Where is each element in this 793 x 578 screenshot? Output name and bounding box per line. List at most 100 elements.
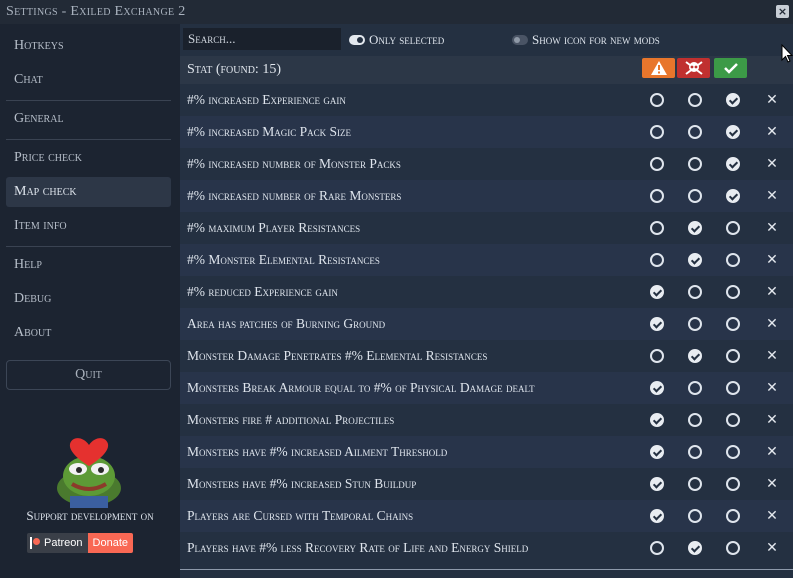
check-icon <box>723 63 738 74</box>
sidebar-item-about[interactable]: About <box>6 318 171 348</box>
warning-radio[interactable] <box>650 189 664 203</box>
skull-column-button[interactable] <box>677 58 710 78</box>
sidebar-item-general[interactable]: General <box>6 104 171 134</box>
danger-radio[interactable] <box>688 541 702 555</box>
warning-radio[interactable] <box>650 413 664 427</box>
warning-radio[interactable] <box>650 477 664 491</box>
table-row: Monsters have #% increased Stun Buildup ✕ <box>180 468 793 500</box>
warning-radio[interactable] <box>650 509 664 523</box>
stat-list: #% increased Experience gain ✕ #% increase… <box>180 84 793 564</box>
danger-radio[interactable] <box>688 93 702 107</box>
warning-radio[interactable] <box>650 541 664 555</box>
stat-count-label: Stat (found: 15) <box>187 62 281 77</box>
remove-icon[interactable]: ✕ <box>765 188 779 204</box>
ok-radio[interactable] <box>726 445 740 459</box>
remove-icon[interactable]: ✕ <box>765 92 779 108</box>
remove-icon[interactable]: ✕ <box>765 220 779 236</box>
remove-icon[interactable]: ✕ <box>765 284 779 300</box>
sidebar-item-chat[interactable]: Chat <box>6 65 171 95</box>
show-icon-toggle[interactable]: Show icon for new mods <box>512 32 660 48</box>
sidebar-item-debug[interactable]: Debug <box>6 284 171 314</box>
remove-icon[interactable]: ✕ <box>765 540 779 556</box>
warning-column-button[interactable] <box>642 58 675 78</box>
ok-radio[interactable] <box>726 157 740 171</box>
stat-text: #% maximum Player Resistances <box>187 220 361 235</box>
quit-button[interactable]: Quit <box>6 360 171 390</box>
patreon-badge[interactable]: Patreon Donate <box>27 533 134 553</box>
ok-radio[interactable] <box>726 253 740 267</box>
sidebar-item-price-check[interactable]: Price check <box>6 143 171 173</box>
toggle-switch-icon[interactable] <box>349 35 365 45</box>
danger-radio[interactable] <box>688 189 702 203</box>
sidebar-item-help[interactable]: Help <box>6 250 171 280</box>
danger-radio[interactable] <box>688 349 702 363</box>
only-selected-toggle[interactable]: Only selected <box>349 32 444 48</box>
ok-radio[interactable] <box>726 509 740 523</box>
check-column-button[interactable] <box>714 58 747 78</box>
warning-radio[interactable] <box>650 221 664 235</box>
scrollbar[interactable] <box>180 569 793 570</box>
ok-radio[interactable] <box>726 93 740 107</box>
ok-radio[interactable] <box>726 381 740 395</box>
remove-icon[interactable]: ✕ <box>765 316 779 332</box>
sidebar-item-map-check[interactable]: Map check <box>6 177 171 207</box>
table-row: Monsters have #% increased Ailment Thres… <box>180 436 793 468</box>
warning-radio[interactable] <box>650 349 664 363</box>
warning-radio[interactable] <box>650 381 664 395</box>
support-text: Support development on <box>26 508 154 523</box>
ok-radio[interactable] <box>726 189 740 203</box>
remove-icon[interactable]: ✕ <box>765 444 779 460</box>
remove-icon[interactable]: ✕ <box>765 508 779 524</box>
remove-icon[interactable]: ✕ <box>765 252 779 268</box>
warning-radio[interactable] <box>650 285 664 299</box>
toggle-switch-icon[interactable] <box>512 35 528 45</box>
warning-radio[interactable] <box>650 317 664 331</box>
stat-text: #% increased number of Monster Packs <box>187 156 401 171</box>
remove-icon[interactable]: ✕ <box>765 380 779 396</box>
close-icon[interactable]: × <box>776 5 789 18</box>
stat-text: Monsters fire # additional Projectiles <box>187 412 395 427</box>
danger-radio[interactable] <box>688 413 702 427</box>
ok-radio[interactable] <box>726 413 740 427</box>
stat-text: Players have #% less Recovery Rate of Li… <box>187 540 529 555</box>
danger-radio[interactable] <box>688 221 702 235</box>
search-input[interactable] <box>183 28 341 50</box>
donate-button[interactable]: Donate <box>87 533 134 553</box>
sidebar-item-item-info[interactable]: Item info <box>6 211 171 241</box>
danger-radio[interactable] <box>688 477 702 491</box>
danger-radio[interactable] <box>688 509 702 523</box>
warning-radio[interactable] <box>650 93 664 107</box>
table-row: Monster Damage Penetrates #% Elemental R… <box>180 340 793 372</box>
ok-radio[interactable] <box>726 285 740 299</box>
patreon-label: Patreon <box>44 537 83 549</box>
danger-radio[interactable] <box>688 445 702 459</box>
table-row: Players have #% less Recovery Rate of Li… <box>180 532 793 564</box>
remove-icon[interactable]: ✕ <box>765 348 779 364</box>
ok-radio[interactable] <box>726 125 740 139</box>
ok-radio[interactable] <box>726 221 740 235</box>
stat-text: #% increased Experience gain <box>187 92 346 107</box>
remove-icon[interactable]: ✕ <box>765 156 779 172</box>
warning-radio[interactable] <box>650 253 664 267</box>
ok-radio[interactable] <box>726 317 740 331</box>
sidebar-item-hotkeys[interactable]: Hotkeys <box>6 31 171 61</box>
ok-radio[interactable] <box>726 541 740 555</box>
table-row: #% increased Magic Pack Size ✕ <box>180 116 793 148</box>
stat-text: Monster Damage Penetrates #% Elemental R… <box>187 348 488 363</box>
remove-icon[interactable]: ✕ <box>765 476 779 492</box>
danger-radio[interactable] <box>688 317 702 331</box>
remove-icon[interactable]: ✕ <box>765 412 779 428</box>
remove-icon[interactable]: ✕ <box>765 124 779 140</box>
danger-radio[interactable] <box>688 253 702 267</box>
danger-radio[interactable] <box>688 157 702 171</box>
ok-radio[interactable] <box>726 349 740 363</box>
warning-radio[interactable] <box>650 125 664 139</box>
danger-radio[interactable] <box>688 125 702 139</box>
warning-radio[interactable] <box>650 157 664 171</box>
patreon-button[interactable]: Patreon <box>27 533 88 553</box>
ok-radio[interactable] <box>726 477 740 491</box>
table-row: #% increased number of Rare Monsters ✕ <box>180 180 793 212</box>
danger-radio[interactable] <box>688 285 702 299</box>
danger-radio[interactable] <box>688 381 702 395</box>
warning-radio[interactable] <box>650 445 664 459</box>
